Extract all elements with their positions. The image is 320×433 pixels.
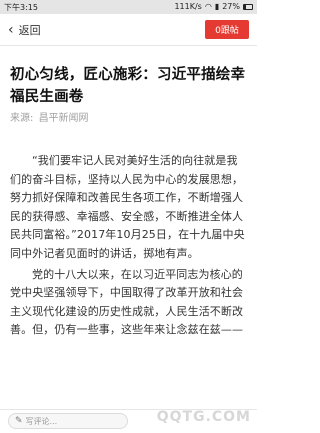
follow-count-button[interactable]: 0跟帖 — [205, 20, 249, 39]
back-button[interactable]: ‹ 返回 — [8, 20, 41, 40]
status-indicators: 111K/s ◠ ▮ 27% — [174, 0, 253, 14]
article-title: 初心匀线，匠心施彩：习近平描绘幸福民生画卷 — [10, 67, 246, 105]
status-bar: 下午3:15 111K/s ◠ ▮ 27% — [0, 0, 257, 14]
nav-bar: ‹ 返回 0跟帖 — [0, 14, 257, 46]
battery-percent: 27% — [222, 2, 240, 11]
signal-icon: ▮ — [214, 2, 220, 11]
source-name: 昌平新闻网 — [38, 113, 89, 124]
comment-placeholder: 写评论... — [25, 416, 58, 426]
wifi-icon: ◠ — [204, 2, 212, 11]
pen-icon: ✎ — [15, 416, 23, 426]
status-time: 下午3:15 — [4, 2, 38, 12]
comment-input[interactable]: ✎ 写评论... — [8, 413, 128, 429]
article-paragraph: “我们要牢记人民对美好生活的向往就是我们的奋斗目标，坚持以人民为中心的发展思想，… — [10, 154, 245, 260]
chevron-left-icon: ‹ — [8, 22, 14, 38]
source-label: 来源: — [10, 113, 34, 124]
article-paragraph: 党的十八大以来，在以习近平同志为核心的党中央坚强领导下，中国取得了改革开放和社会… — [10, 267, 244, 337]
network-speed: 111K/s — [174, 2, 202, 11]
article: 初心匀线，匠心施彩：习近平描绘幸福民生画卷 来源: 昌平新闻网 “我们要牢记人民… — [10, 64, 247, 340]
battery-icon — [243, 4, 253, 10]
back-label: 返回 — [18, 24, 41, 37]
watermark-logo: QQTG.COM — [156, 409, 251, 425]
article-source: 来源: 昌平新闻网 — [10, 112, 247, 126]
